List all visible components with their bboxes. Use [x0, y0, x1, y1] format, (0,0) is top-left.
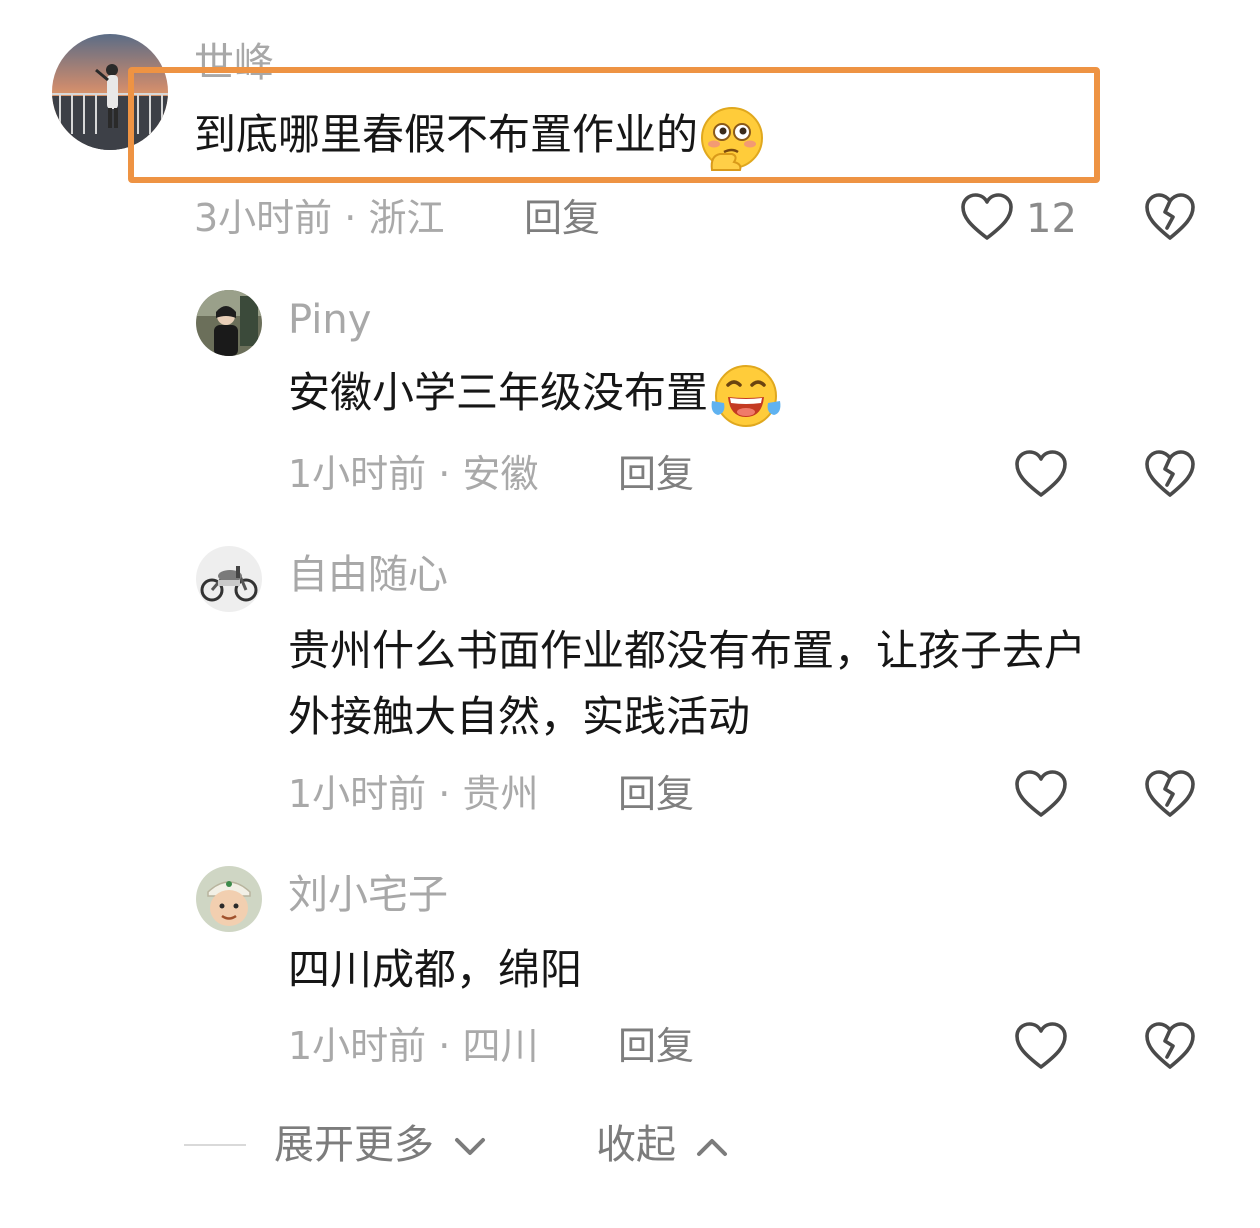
like-count: 12 [1026, 196, 1077, 242]
comment-text: 到底哪里春假不布置作业的 [194, 102, 766, 172]
comment-meta: 1小时前 · 安徽 [288, 455, 538, 493]
comment-time: 1小时前 [288, 1024, 427, 1068]
comment-text: 安徽小学三年级没布置 [288, 360, 784, 429]
comment-username[interactable]: 自由随心 [288, 555, 448, 595]
comment-body: 四川成都，绵阳 [288, 945, 583, 994]
comment-body: 安徽小学三年级没布置 [288, 368, 709, 417]
avatar[interactable] [196, 866, 262, 932]
comment-meta: 1小时前 · 贵州 [288, 775, 538, 813]
comment-thread: 世峰 到底哪里春假不布置作业的 3小时前 · 浙江 回复 12 Piny 安徽小… [0, 0, 1260, 1228]
reply-button[interactable]: 回复 [618, 1027, 694, 1065]
avatar[interactable] [196, 546, 262, 612]
comment-body-line: 贵州什么书面作业都没有布置，让孩子去户 [288, 626, 1087, 675]
comment-location: 贵州 [462, 772, 539, 816]
meta-separator: · [332, 196, 369, 240]
dislike-broken-heart-icon[interactable] [1144, 449, 1196, 499]
like-heart-icon[interactable] [960, 192, 1014, 242]
comment-location: 浙江 [368, 196, 445, 240]
like-heart-icon[interactable] [1014, 1021, 1068, 1071]
avatar[interactable] [52, 34, 168, 150]
flushed-thinking-emoji-icon [701, 106, 764, 171]
comment-body-line: 外接触大自然，实践活动 [288, 692, 751, 741]
comment-username[interactable]: 世峰 [194, 43, 274, 83]
reply-button[interactable]: 回复 [618, 775, 694, 813]
chevron-down-icon [454, 1138, 485, 1155]
motorcycle-avatar-image [196, 546, 262, 612]
like-heart-icon[interactable] [1014, 449, 1068, 499]
chevron-up-icon [696, 1139, 727, 1156]
person-avatar-image [196, 290, 262, 356]
comment-location: 安徽 [462, 452, 539, 496]
dislike-broken-heart-icon[interactable] [1144, 1021, 1196, 1071]
dislike-broken-heart-icon[interactable] [1144, 769, 1196, 819]
avatar[interactable] [196, 290, 262, 356]
meta-separator: · [426, 772, 463, 816]
comment-username[interactable]: 刘小宅子 [288, 875, 448, 915]
collapse-button[interactable]: 收起 [596, 1125, 729, 1165]
comment-location: 四川 [462, 1024, 539, 1068]
comment-meta: 1小时前 · 四川 [288, 1027, 538, 1065]
comment-time: 3小时前 [194, 196, 333, 240]
comment-body: 到底哪里春假不布置作业的 [194, 110, 699, 159]
comment-text: 四川成都，绵阳 [288, 937, 582, 1003]
reply-button[interactable]: 回复 [618, 455, 694, 493]
dislike-broken-heart-icon[interactable] [1144, 192, 1196, 242]
comment-username[interactable]: Piny [288, 300, 371, 340]
like-heart-icon[interactable] [1014, 769, 1068, 819]
comment-text: 贵州什么书面作业都没有布置，让孩子去户 外接触大自然，实践活动 [288, 618, 1086, 750]
collapse-label: 收起 [596, 1122, 676, 1168]
footer-divider [184, 1144, 246, 1146]
reply-button[interactable]: 回复 [524, 199, 600, 237]
expand-more-label: 展开更多 [274, 1122, 434, 1168]
comment-time: 1小时前 [288, 772, 427, 816]
tears-of-joy-emoji-icon [711, 364, 781, 427]
child-avatar-image [196, 866, 262, 932]
expand-more-button[interactable]: 展开更多 [274, 1125, 487, 1165]
comment-meta: 3小时前 · 浙江 [194, 199, 444, 237]
sunset-avatar-image [52, 34, 168, 150]
comment-time: 1小时前 [288, 452, 427, 496]
meta-separator: · [426, 452, 463, 496]
meta-separator: · [426, 1024, 463, 1068]
